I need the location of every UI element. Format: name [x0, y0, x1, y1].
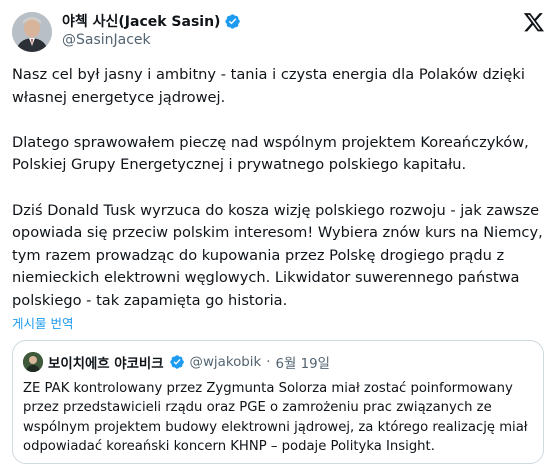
- quoted-author-avatar[interactable]: [23, 352, 43, 372]
- quoted-author-name[interactable]: 보이치에흐 야코비크: [48, 352, 164, 372]
- quoted-tweet-header: 보이치에흐 야코비크 @wjakobik · 6월 19일: [23, 352, 330, 372]
- verified-badge-icon: [169, 354, 185, 370]
- author-avatar[interactable]: [12, 12, 52, 52]
- quoted-tweet[interactable]: 보이치에흐 야코비크 @wjakobik · 6월 19일 ZE PAK kon…: [12, 340, 544, 464]
- tweet-paragraph: Dziś Donald Tusk wyrzuca do kosza wizję …: [12, 201, 543, 309]
- translate-post-link[interactable]: 게시물 번역: [12, 313, 73, 332]
- quoted-tweet-date[interactable]: 6월 19일: [276, 352, 330, 372]
- x-logo-icon[interactable]: [523, 11, 545, 33]
- author-display-name[interactable]: 야첵 사신(Jacek Sasin): [62, 11, 220, 31]
- tweet-body: Nasz cel był jasny i ambitny - tania i c…: [12, 64, 546, 313]
- author-handle[interactable]: @SasinJacek: [62, 32, 151, 48]
- author-name-row: 야첵 사신(Jacek Sasin): [62, 11, 241, 31]
- tweet-paragraph: Dlatego sprawowałem pieczę nad wspólnym …: [12, 133, 529, 174]
- verified-badge-icon: [224, 13, 241, 30]
- tweet-paragraph: Nasz cel był jasny i ambitny - tania i c…: [12, 66, 525, 106]
- separator-dot: ·: [266, 354, 271, 370]
- quoted-author-handle[interactable]: @wjakobik: [190, 355, 262, 370]
- quoted-tweet-text: ZE PAK kontrolowany przez Zygmunta Solor…: [23, 381, 528, 455]
